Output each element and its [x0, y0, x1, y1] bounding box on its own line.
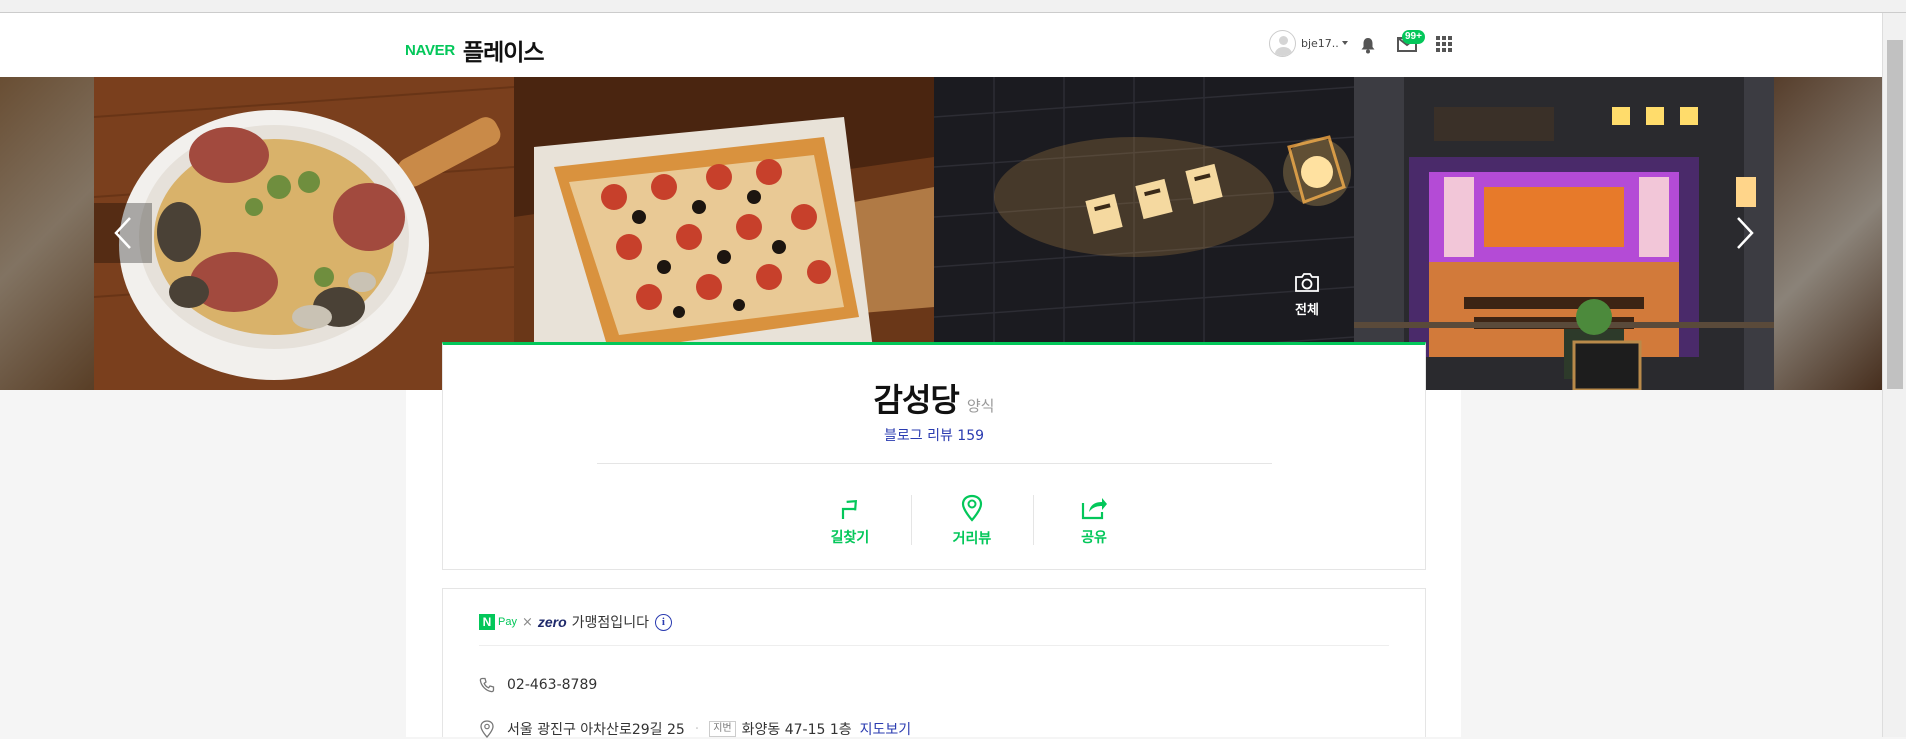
phone-number[interactable]: 02-463-8789: [507, 677, 597, 693]
phone-icon: [479, 677, 495, 693]
gallery-next-button[interactable]: [1716, 203, 1774, 263]
divider: [479, 645, 1389, 646]
naver-logo[interactable]: NAVER: [405, 42, 455, 59]
chevron-left-icon: [114, 217, 131, 249]
chevron-right-icon: [1737, 217, 1754, 249]
road-address: 서울 광진구 아차산로29길 25: [507, 722, 685, 738]
apps-grid-icon[interactable]: [1436, 36, 1452, 52]
mail-count-badge: 99+: [1402, 30, 1425, 44]
info-icon[interactable]: i: [654, 613, 672, 631]
place-name: 감성당: [873, 381, 960, 419]
times-symbol: ×: [521, 614, 533, 630]
bell-icon[interactable]: [1360, 37, 1376, 54]
npay-logo: N: [479, 614, 495, 630]
zero-pay-logo: zero: [537, 614, 567, 630]
blog-review-link[interactable]: 블로그 리뷰 159: [443, 425, 1425, 445]
view-all-photos-button[interactable]: 전체: [1290, 271, 1324, 318]
location-pin-icon: [480, 720, 494, 738]
divider: [597, 463, 1272, 464]
phone-row: 02-463-8789: [479, 677, 597, 693]
street-view-button[interactable]: 거리뷰: [911, 485, 1033, 557]
camera-icon: [1295, 273, 1319, 292]
directions-icon: [841, 499, 858, 519]
action-buttons: 길찾기 거리뷰 공유: [789, 485, 1155, 557]
share-icon: [1081, 498, 1107, 520]
place-info-card: N Pay × zero 가맹점입니다 i 02-463-8789 서울 광진구…: [442, 588, 1426, 739]
separator: ·: [694, 721, 700, 737]
gallery-photo-partial-right[interactable]: [1774, 77, 1882, 390]
directions-button[interactable]: 길찾기: [789, 485, 911, 557]
title-row: 감성당 양식: [443, 375, 1425, 421]
npay-zero-row: N Pay × zero 가맹점입니다 i: [479, 612, 672, 632]
brand-logo[interactable]: NAVER 플레이스: [405, 33, 545, 67]
place-logo-text[interactable]: 플레이스: [463, 33, 545, 67]
address-row: 서울 광진구 아차산로29길 25 · 지번 화양동 47-15 1층 지도보기: [479, 719, 911, 739]
jibeon-tag: 지번: [709, 721, 736, 737]
merchant-text: 가맹점입니다: [571, 615, 649, 631]
avatar[interactable]: [1269, 29, 1296, 57]
place-category: 양식: [966, 397, 995, 415]
gallery-photo-partial-left[interactable]: [0, 77, 94, 390]
location-pin-icon: [961, 494, 983, 522]
top-header: NAVER 플레이스 bje17.. 99+: [0, 13, 1882, 77]
gallery-prev-button[interactable]: [94, 203, 152, 263]
chevron-down-icon[interactable]: [1341, 41, 1348, 45]
browser-top-edge: [0, 0, 1906, 13]
directions-label: 길찾기: [830, 530, 870, 546]
npay-word: Pay: [498, 616, 517, 628]
username[interactable]: bje17..: [1301, 37, 1339, 50]
place-summary-card: 감성당 양식 블로그 리뷰 159 길찾기 거리뷰 공유: [442, 342, 1426, 570]
scrollbar[interactable]: [1882, 13, 1906, 737]
jibeon-address: 화양동 47-15 1층: [741, 722, 852, 738]
share-label: 공유: [1081, 530, 1107, 546]
share-button[interactable]: 공유: [1033, 485, 1155, 557]
street-view-label: 거리뷰: [952, 531, 992, 547]
user-menu[interactable]: bje17..: [1269, 29, 1348, 57]
scrollbar-thumb[interactable]: [1887, 40, 1903, 389]
view-all-label: 전체: [1295, 303, 1319, 318]
view-map-link[interactable]: 지도보기: [860, 719, 912, 739]
